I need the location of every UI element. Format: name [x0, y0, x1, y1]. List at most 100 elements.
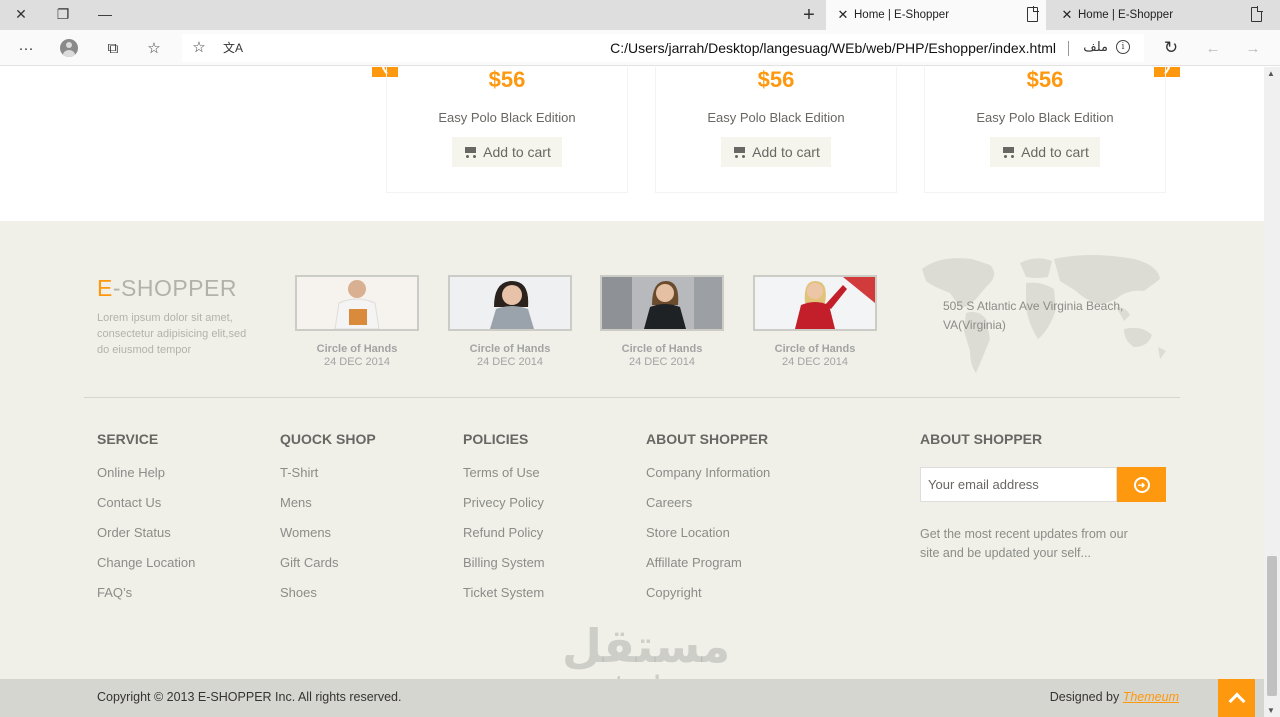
video-date: 24 DEC 2014 [476, 356, 544, 368]
brand-first-letter: E [97, 275, 113, 301]
video-thumbnail[interactable]: Circle of Hands 24 DEC 2014 [753, 275, 877, 368]
browser-tab[interactable]: ✕ Home | E-Shopper [1050, 0, 1270, 30]
designed-by: Designed by Themeum [1050, 690, 1179, 704]
newsletter-form: ➜ [920, 467, 1166, 502]
product-price: $56 [1026, 67, 1064, 92]
recommended-products: ❮ ❯ $56 Easy Polo Black Edition Add to c… [0, 67, 1264, 221]
add-to-cart-label: Add to cart [752, 144, 820, 160]
product-price: $56 [488, 67, 526, 92]
tab-close-icon[interactable]: ✕ [832, 7, 854, 23]
add-to-cart-label: Add to cart [483, 144, 551, 160]
video-image[interactable] [448, 275, 572, 331]
tab-close-icon[interactable]: ✕ [1056, 7, 1078, 23]
product-card: $56 Easy Polo Black Edition Add to cart [655, 67, 897, 193]
more-options-icon[interactable]: ··· [13, 36, 39, 60]
collections-icon[interactable]: ⧉ [100, 36, 126, 60]
footer-brand-logo[interactable]: E-SHOPPER [97, 275, 237, 302]
footer-column-policies: POLICIES Terms of Use Privecy Policy Ref… [463, 431, 545, 613]
shopping-cart-icon [463, 146, 479, 158]
footer-bottom: Copyright © 2013 E-SHOPPER Inc. All righ… [0, 679, 1264, 717]
column-heading: SERVICE [97, 431, 159, 447]
footer-link[interactable]: Copyright [646, 583, 770, 613]
designed-by-label: Designed by [1049, 690, 1123, 704]
store-address: 505 S Atlantic Ave Virginia Beach, VA(Vi… [943, 299, 1124, 332]
add-to-cart-button[interactable]: Add to cart [721, 137, 831, 167]
footer-link[interactable]: Affillate Program [646, 553, 770, 583]
forward-arrow-icon[interactable]: → [1240, 36, 1266, 60]
add-to-cart-label: Add to cart [1021, 144, 1089, 160]
video-caption[interactable]: Circle of Hands [448, 343, 572, 355]
footer-link[interactable]: Billing System [463, 553, 545, 583]
footer-link[interactable]: Contact Us [97, 493, 195, 523]
subscribe-button[interactable]: ➜ [1117, 467, 1166, 502]
add-favorite-star-icon[interactable]: ☆ [186, 35, 212, 59]
window-restore-icon[interactable]: ❐ [42, 0, 84, 28]
window-close-icon[interactable]: ✕ [0, 0, 42, 28]
address-bar[interactable]: ☆ 文A C:/Users/jarrah/Desktop/langesuag/W… [182, 34, 1144, 62]
favorites-list-icon[interactable]: ☆ [141, 36, 167, 60]
tab-title: Home | E-Shopper [854, 9, 950, 21]
footer-link[interactable]: FAQ’s [97, 583, 195, 613]
page-scrollbar[interactable]: ▲ ▼ [1264, 67, 1280, 717]
scrollbar-thumb[interactable] [1267, 556, 1277, 696]
browser-tab-bar: ✕ ❐ — + ✕ Home | E-Shopper ✕ Home | E-Sh… [0, 0, 1280, 30]
column-heading: QUOCK SHOP [280, 431, 376, 447]
footer-link[interactable]: Refund Policy [463, 523, 545, 553]
page-viewport: ❮ ❯ $56 Easy Polo Black Edition Add to c… [0, 67, 1264, 717]
footer-link[interactable]: Womens [280, 523, 376, 553]
footer-link[interactable]: Mens [280, 493, 376, 523]
site-info-icon[interactable]: i [1116, 40, 1130, 54]
designer-link[interactable]: Themeum [1123, 690, 1179, 704]
footer-link[interactable]: Ticket System [463, 583, 545, 613]
shopping-cart-icon [732, 146, 748, 158]
refresh-icon[interactable]: ↻ [1158, 36, 1184, 60]
browser-toolbar: ··· ⧉ ☆ ☆ 文A C:/Users/jarrah/Desktop/lan… [0, 30, 1280, 66]
arrow-circle-right-icon: ➜ [1133, 476, 1150, 493]
newsletter-section: ABOUT SHOPPER ➜ Get the most recent upda… [920, 431, 1170, 560]
video-caption[interactable]: Circle of Hands [600, 343, 724, 355]
footer-link[interactable]: Gift Cards [280, 553, 376, 583]
product-card: $56 Easy Polo Black Edition Add to cart [924, 67, 1166, 193]
new-tab-plus-icon[interactable]: + [794, 0, 824, 30]
url-text[interactable]: C:/Users/jarrah/Desktop/langesuag/WEb/we… [610, 40, 1056, 56]
video-image[interactable] [753, 275, 877, 331]
video-thumbnail[interactable]: Circle of Hands 24 DEC 2014 [600, 275, 724, 368]
scroll-down-arrow-icon[interactable]: ▼ [1267, 706, 1275, 715]
add-to-cart-button[interactable]: Add to cart [990, 137, 1100, 167]
email-input[interactable] [920, 467, 1117, 502]
browser-tab-active[interactable]: ✕ Home | E-Shopper [826, 0, 1046, 30]
add-to-cart-button[interactable]: Add to cart [452, 137, 562, 167]
footer-link[interactable]: Order Status [97, 523, 195, 553]
footer-top: E-SHOPPER Lorem ipsum dolor sit amet, co… [0, 221, 1264, 698]
back-arrow-icon[interactable]: ← [1200, 36, 1226, 60]
window-minimize-icon[interactable]: — [84, 0, 126, 28]
url-file-label: ملف [1083, 39, 1108, 54]
scroll-up-arrow-icon[interactable]: ▲ [1267, 69, 1275, 78]
translate-icon[interactable]: 文A [220, 35, 246, 59]
product-name: Easy Polo Black Edition [976, 110, 1114, 125]
scroll-to-top-button[interactable] [1218, 679, 1255, 717]
footer-link[interactable]: T-Shirt [280, 463, 376, 493]
video-caption[interactable]: Circle of Hands [753, 343, 877, 355]
profile-avatar-icon[interactable] [56, 36, 82, 60]
video-date: 24 DEC 2014 [323, 356, 391, 368]
footer-link[interactable]: Terms of Use [463, 463, 545, 493]
footer-column-quick-shop: QUOCK SHOP T-Shirt Mens Womens Gift Card… [280, 431, 376, 613]
footer-link[interactable]: Shoes [280, 583, 376, 613]
footer-link[interactable]: Store Location [646, 523, 770, 553]
footer-link[interactable]: Change Location [97, 553, 195, 583]
video-image[interactable] [600, 275, 724, 331]
footer-link[interactable]: Online Help [97, 463, 195, 493]
tab-title: Home | E-Shopper [1078, 9, 1174, 21]
url-separator [1068, 41, 1069, 56]
footer-link[interactable]: Careers [646, 493, 770, 523]
video-thumbnail[interactable]: Circle of Hands 24 DEC 2014 [448, 275, 572, 368]
footer-divider [84, 397, 1180, 398]
world-map: 505 S Atlantic Ave Virginia Beach, VA(Vi… [920, 247, 1170, 383]
video-image[interactable] [295, 275, 419, 331]
video-caption[interactable]: Circle of Hands [295, 343, 419, 355]
footer-link[interactable]: Company Information [646, 463, 770, 493]
chevron-up-icon [1228, 692, 1245, 710]
footer-link[interactable]: Privecy Policy [463, 493, 545, 523]
video-thumbnail[interactable]: Circle of Hands 24 DEC 2014 [295, 275, 419, 368]
